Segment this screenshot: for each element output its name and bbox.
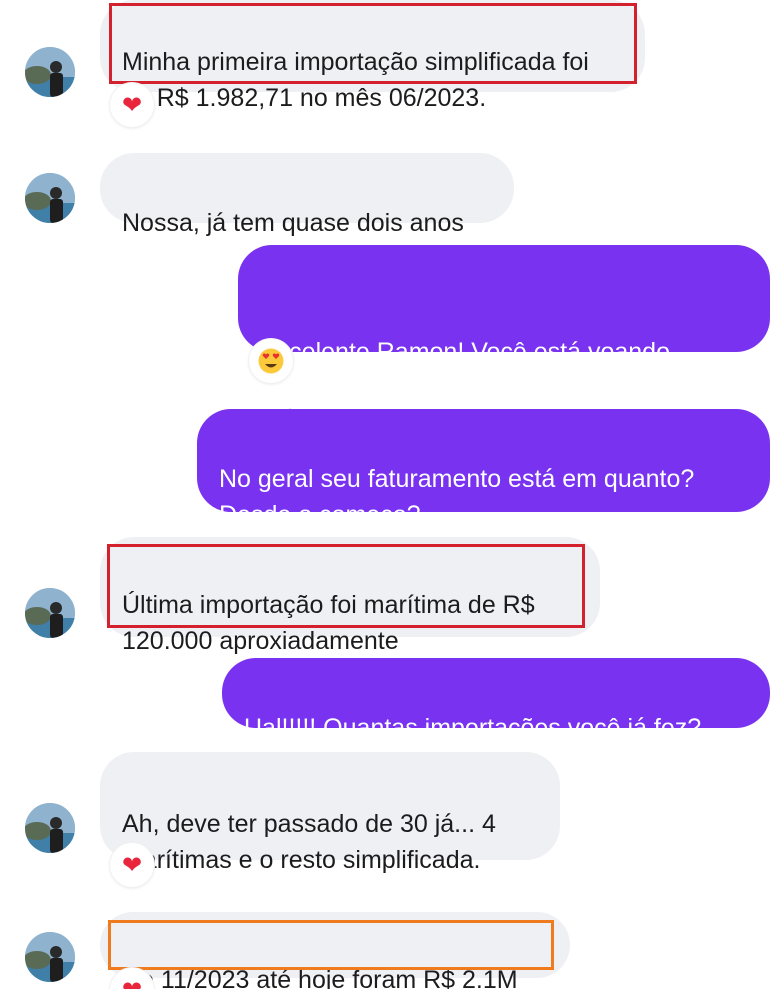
message-text: Ual!!!!! Quantas importações você já fez… — [244, 714, 702, 742]
message-text: Excelente Ramon! Você está voando — [260, 338, 670, 366]
chat-thread: Minha primeira importação simplificada f… — [0, 0, 776, 989]
message-bubble[interactable]: Ah, deve ter passado de 30 já... 4 marít… — [100, 752, 560, 874]
heart-eyes-face-reaction-icon[interactable] — [249, 339, 293, 383]
message-bubble[interactable]: Nossa, já tem quase dois anos — [100, 153, 514, 237]
message-bubble[interactable]: No geral seu faturamento está em quanto?… — [197, 409, 770, 529]
message-bubble[interactable]: De 11/2023 até hoje foram R$ 2.1M — [100, 912, 570, 989]
message-text: Ah, deve ter passado de 30 já... 4 marít… — [122, 810, 496, 874]
avatar[interactable] — [25, 803, 75, 853]
message-bubble[interactable]: Minha primeira importação simplificada f… — [100, 0, 645, 112]
heart-reaction-icon[interactable]: ❤ — [110, 83, 154, 127]
avatar[interactable] — [25, 173, 75, 223]
message-bubble[interactable]: Última importação foi marítima de R$ 120… — [100, 537, 600, 655]
message-text: Minha primeira importação simplificada f… — [122, 48, 589, 112]
message-text: Nossa, já tem quase dois anos — [122, 209, 464, 237]
avatar[interactable] — [25, 932, 75, 982]
message-text: De 11/2023 até hoje foram R$ 2.1M — [122, 966, 518, 989]
heart-reaction-icon[interactable]: ❤ — [110, 843, 154, 887]
message-bubble[interactable]: Ual!!!!! Quantas importações você já fez… — [222, 658, 770, 742]
message-bubble[interactable]: Excelente Ramon! Você está voando Em bre… — [238, 245, 770, 694]
avatar[interactable] — [25, 47, 75, 97]
avatar[interactable] — [25, 588, 75, 638]
